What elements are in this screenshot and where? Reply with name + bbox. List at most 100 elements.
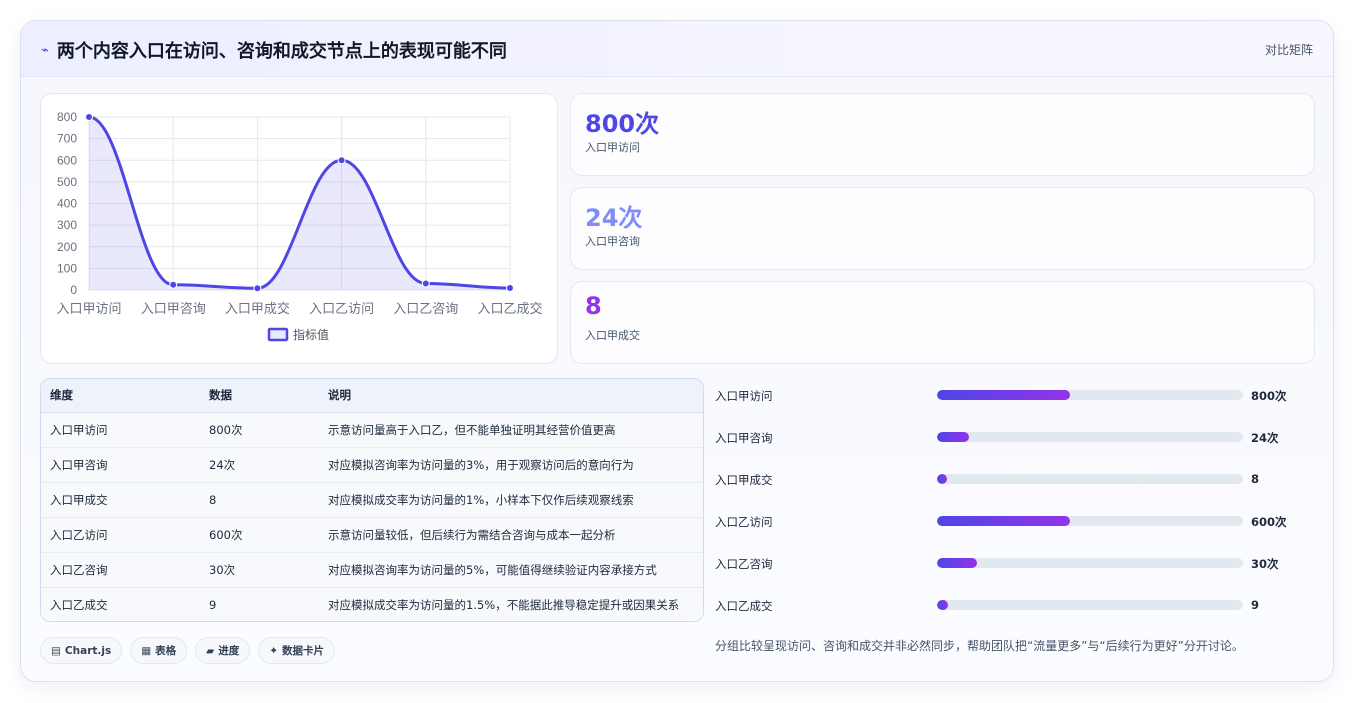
stat-card-3: 8 入口甲成交 — [570, 281, 1315, 364]
cell-dimension: 入口乙咨询 — [50, 562, 108, 577]
data-point — [253, 284, 262, 293]
cell-note: 示意访问量较低，但后续行为需结合咨询与成本一起分析 — [328, 527, 616, 542]
cell-dimension: 入口甲成交 — [50, 492, 108, 507]
chip-label: 进度 — [218, 645, 240, 657]
progress-row: 入口甲咨询 24次 — [715, 424, 1315, 466]
progress-label: 入口乙访问 — [715, 515, 773, 529]
chart-icon: ▤ — [51, 644, 61, 657]
header-tag: 对比矩阵 — [1264, 43, 1313, 57]
chip-label: 数据卡片 — [282, 645, 325, 657]
stat-label: 入口甲成交 — [585, 329, 640, 342]
feature-chips: ▤ Chart.js ▦ 表格 ▰ 进度 ✦ 数据卡片 — [40, 637, 336, 664]
sparkle-icon: ✦ — [269, 644, 279, 657]
cell-note: 对应模拟成交率为访问量的1.5%，不能据此推导稳定提升或因果关系 — [328, 597, 680, 612]
summary-note: 分组比较呈现访问、咨询和成交并非必然同步，帮助团队把“流量更多”与“后续行为更好… — [715, 639, 1244, 653]
cell-data: 800次 — [209, 422, 243, 437]
cell-data: 8 — [209, 492, 217, 507]
progress-fill — [937, 390, 1070, 400]
y-tick-label: 400 — [57, 197, 77, 211]
cell-data: 30次 — [209, 562, 236, 577]
progress-track — [937, 516, 1243, 526]
page-title: ⌁ 两个内容入口在访问、咨询和成交节点上的表现可能不同 — [41, 37, 507, 63]
table-row: 入口乙咨询 30次 对应模拟咨询率为访问量的5%，可能值得继续验证内容承接方式 — [41, 552, 703, 587]
progress-value: 600次 — [1251, 515, 1287, 529]
progress-list: 入口甲访问 800次 入口甲咨询 24次 入口甲成交 8 入口乙访问 600次 入口乙咨… — [715, 382, 1315, 634]
data-table-panel: 维度 数据 说明 入口甲访问 800次 示意访问量高于入口乙，但不能单独证明其经营价… — [40, 378, 704, 622]
line-chart: 800 700 600 500 400 300 200 100 0 入口甲访问 入口甲咨询 入口甲成交… — [56, 110, 542, 342]
column-header: 维度 — [41, 379, 200, 413]
y-tick-label: 200 — [57, 240, 77, 254]
cell-dimension: 入口乙成交 — [50, 597, 108, 612]
stat-value: 800次 — [585, 110, 660, 138]
cell-dimension: 入口甲访问 — [50, 422, 108, 437]
legend-label: 指标值 — [293, 327, 329, 342]
card-header: ⌁ 两个内容入口在访问、咨询和成交节点上的表现可能不同 对比矩阵 — [21, 21, 1333, 77]
progress-track — [937, 432, 1243, 442]
progress-label: 入口乙咨询 — [715, 557, 773, 571]
stat-label: 入口甲访问 — [585, 141, 640, 154]
title-text: 两个内容入口在访问、咨询和成交节点上的表现可能不同 — [56, 41, 507, 62]
progress-value: 30次 — [1251, 557, 1279, 571]
cell-dimension: 入口甲咨询 — [50, 457, 108, 472]
table-row: 入口甲成交 8 对应模拟成交率为访问量的1%，小样本下仅作后续观察线索 — [41, 482, 703, 517]
table-row: 入口甲咨询 24次 对应模拟咨询率为访问量的3%，用于观察访问后的意向行为 — [41, 447, 703, 482]
progress-fill — [937, 432, 970, 442]
progress-track — [937, 558, 1243, 568]
progress-label: 入口乙成交 — [715, 599, 773, 613]
progress-track — [937, 390, 1243, 400]
progress-value: 24次 — [1251, 431, 1279, 445]
progress-label: 入口甲成交 — [715, 473, 773, 487]
x-tick-label: 入口乙成交 — [477, 301, 542, 317]
progress-fill — [937, 558, 978, 568]
data-point — [85, 113, 93, 121]
y-tick-label: 800 — [57, 110, 77, 124]
x-tick-label: 入口甲咨询 — [141, 302, 206, 317]
progress-track — [937, 600, 1243, 610]
y-tick-label: 0 — [70, 283, 77, 297]
cell-note: 对应模拟成交率为访问量的1%，小样本下仅作后续观察线索 — [328, 492, 634, 507]
data-point — [169, 280, 178, 289]
progress-value: 8 — [1251, 472, 1260, 486]
x-tick-label: 入口甲成交 — [225, 301, 290, 317]
chip-progress[interactable]: ▰ 进度 — [195, 637, 251, 664]
y-tick-label: 300 — [57, 218, 77, 232]
chip-data-card[interactable]: ✦ 数据卡片 — [258, 637, 336, 664]
table-row: 入口乙成交 9 对应模拟成交率为访问量的1.5%，不能据此推导稳定提升或因果关系 — [41, 587, 703, 621]
stat-card-1: 800次 入口甲访问 — [570, 93, 1315, 176]
chip-table[interactable]: ▦ 表格 — [130, 637, 188, 664]
x-tick-label: 入口乙咨询 — [393, 302, 458, 317]
cell-note: 示意访问量高于入口乙，但不能单独证明其经营价值更高 — [328, 422, 616, 437]
cell-note: 对应模拟咨询率为访问量的3%，用于观察访问后的意向行为 — [328, 457, 634, 472]
x-tick-label: 入口乙访问 — [309, 302, 374, 317]
chip-label: Chart.js — [64, 644, 112, 657]
data-point — [506, 284, 514, 293]
table-icon: ▦ — [141, 644, 152, 657]
column-header: 数据 — [200, 379, 319, 413]
progress-label: 入口甲咨询 — [715, 431, 773, 445]
table-row: 入口甲访问 800次 示意访问量高于入口乙，但不能单独证明其经营价值更高 — [41, 412, 703, 447]
stat-card-2: 24次 入口甲咨询 — [570, 187, 1315, 270]
cell-data: 24次 — [209, 457, 236, 472]
y-tick-label: 600 — [57, 153, 77, 167]
progress-fill — [937, 600, 949, 610]
column-header: 说明 — [319, 379, 703, 413]
progress-row: 入口甲访问 800次 — [715, 382, 1315, 424]
chip-label: 表格 — [155, 645, 177, 657]
cell-note: 对应模拟咨询率为访问量的5%，可能值得继续验证内容承接方式 — [328, 562, 657, 577]
legend-swatch — [267, 327, 289, 342]
x-tick-label: 入口甲访问 — [56, 302, 121, 317]
progress-row: 入口乙咨询 30次 — [715, 550, 1315, 592]
progress-row: 入口乙成交 9 — [715, 592, 1315, 634]
table-row: 入口乙访问 600次 示意访问量较低，但后续行为需结合咨询与成本一起分析 — [41, 517, 703, 552]
data-point — [421, 279, 430, 288]
progress-fill — [937, 474, 947, 484]
line-chart-panel: 800 700 600 500 400 300 200 100 0 入口甲访问 入口甲咨询 入口甲成交… — [40, 93, 558, 364]
data-table: 维度 数据 说明 入口甲访问 800次 示意访问量高于入口乙，但不能单独证明其经营价… — [41, 379, 703, 621]
dashboard-card: ⌁ 两个内容入口在访问、咨询和成交节点上的表现可能不同 对比矩阵 800 700 6… — [20, 20, 1334, 682]
chip-chartjs[interactable]: ▤ Chart.js — [40, 637, 123, 664]
progress-value: 9 — [1251, 598, 1260, 612]
table-header-row: 维度 数据 说明 — [41, 379, 703, 413]
stat-label: 入口甲咨询 — [585, 235, 640, 248]
cell-data: 9 — [209, 597, 217, 612]
trend-icon: ⌁ — [41, 42, 49, 58]
